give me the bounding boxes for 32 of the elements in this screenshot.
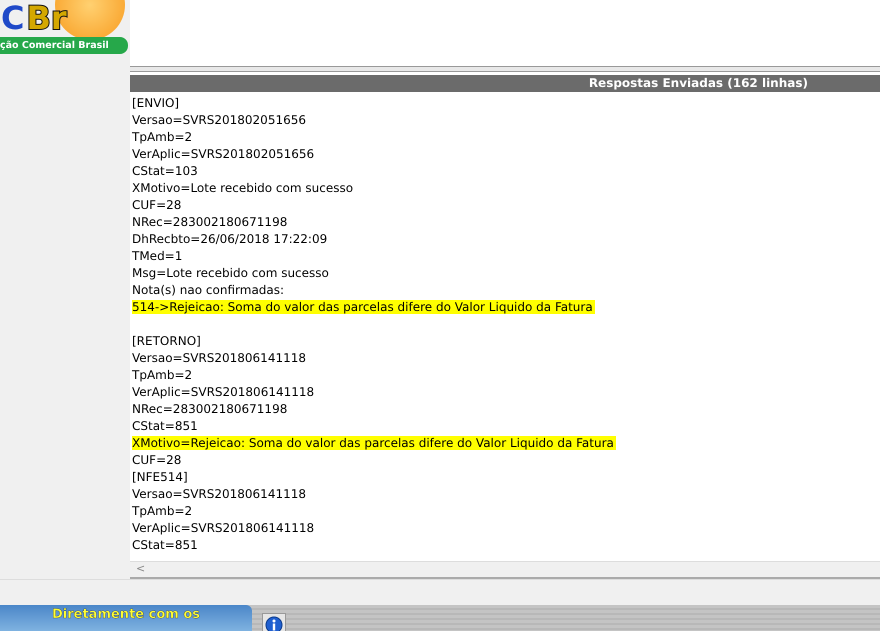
log-line: CUF=28 <box>132 453 182 467</box>
log-line: [ENVIO] <box>132 96 180 110</box>
log-line: Versao=SVRS201806141118 <box>132 487 307 501</box>
log-line: Versao=SVRS201806141118 <box>132 351 307 365</box>
log-line: CStat=103 <box>132 164 199 178</box>
log-line: VerAplic=SVRS201806141118 <box>132 521 316 535</box>
log-line: Msg=Lote recebido com sucesso <box>132 266 330 280</box>
log-line: TpAmb=2 <box>132 504 194 518</box>
horizontal-scrollbar[interactable]: < <box>130 561 880 580</box>
log-line: [NFE514] <box>132 470 189 484</box>
log-line: CStat=851 <box>132 419 199 433</box>
log-line: XMotivo=Lote recebido com sucesso <box>132 181 354 195</box>
log-line: VerAplic=SVRS201806141118 <box>132 385 316 399</box>
log-line: TpAmb=2 <box>132 130 194 144</box>
promo-banner[interactable]: Diretamente com os <box>0 605 252 631</box>
info-button[interactable] <box>262 613 286 631</box>
log-line: VerAplic=SVRS201802051656 <box>132 147 316 161</box>
log-line: NRec=283002180671198 <box>132 402 288 416</box>
logo-tagline: ção Comercial Brasil <box>0 37 128 54</box>
log-line: CUF=28 <box>132 198 182 212</box>
panel-title-bar: Respostas Enviadas (162 linhas) <box>130 75 880 92</box>
scroll-left-arrow[interactable]: < <box>136 562 146 576</box>
log-line: Nota(s) nao confirmadas: <box>132 283 286 297</box>
log-line: Versao=SVRS201802051656 <box>132 113 307 127</box>
log-line: NRec=283002180671198 <box>132 215 288 229</box>
log-line: TpAmb=2 <box>132 368 194 382</box>
logo-letter: C <box>1 0 24 36</box>
info-icon <box>265 616 283 631</box>
log-line: [RETORNO] <box>132 334 202 348</box>
log-line: DhRecbto=26/06/2018 17:22:09 <box>132 232 328 246</box>
log-line: CStat=851 <box>132 538 199 552</box>
log-line: TMed=1 <box>132 249 184 263</box>
